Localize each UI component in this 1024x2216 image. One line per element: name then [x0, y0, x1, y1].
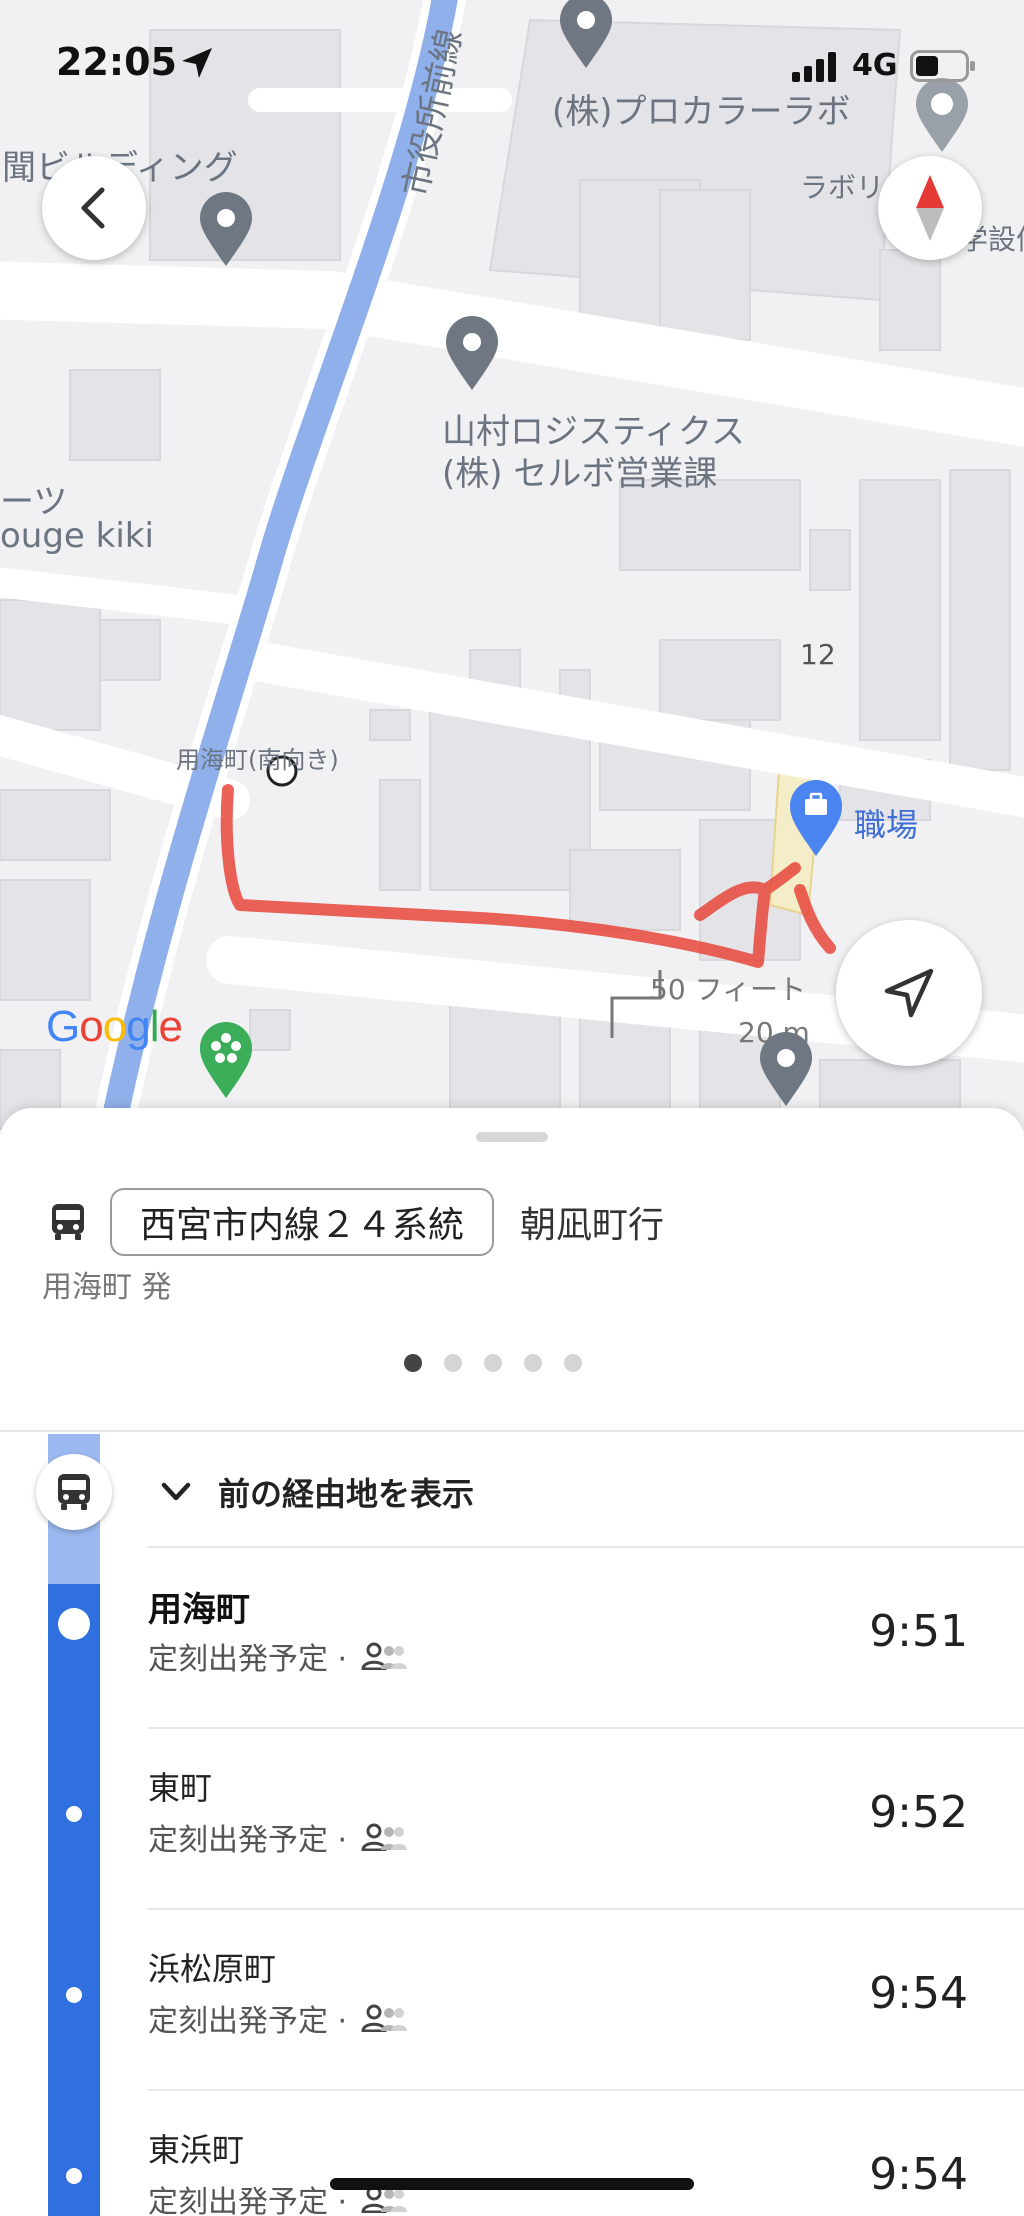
page-dot[interactable]: [484, 1354, 502, 1372]
page-dot[interactable]: [524, 1354, 542, 1372]
stop-status-text: 定刻出発予定 ·: [148, 2004, 348, 2039]
stop-row[interactable]: 用海町 定刻出発予定 · 9:51: [148, 1546, 1024, 1726]
departure-time: 9:54: [869, 2149, 968, 2200]
sheet-grabber[interactable]: [476, 1132, 548, 1142]
page-indicator[interactable]: [0, 1354, 1005, 1372]
show-previous-label: 前の経由地を表示: [218, 1475, 475, 1513]
stop-status: 定刻出発予定 ·: [148, 1815, 408, 1859]
battery-icon: [910, 50, 975, 82]
pin-icon[interactable]: [442, 316, 502, 392]
timeline-upcoming-segment: [48, 1584, 100, 2216]
home-indicator[interactable]: [330, 2178, 694, 2190]
compass-button[interactable]: [878, 156, 982, 260]
line-name-chip[interactable]: 西宮市内線２４系統: [110, 1188, 495, 1256]
departure-time: 9:54: [869, 1968, 968, 2019]
page-dot[interactable]: [564, 1354, 582, 1372]
current-stop-marker: [58, 1608, 90, 1640]
network-type: 4G: [852, 48, 898, 83]
compass-icon: [916, 175, 944, 241]
stop-row[interactable]: 東浜町 定刻出発予定 · 9:54: [148, 2089, 1024, 2216]
chevron-left-icon: [81, 187, 105, 229]
stop-name: 浜松原町: [148, 1950, 277, 1988]
signal-icon: [792, 52, 836, 82]
departure-time: 9:52: [869, 1787, 968, 1838]
poi-label-selbo: (株) セルボ営業課: [442, 454, 718, 494]
transit-detail-sheet[interactable]: 西宮市内線２４系統 朝凪町行 用海町 発 前の経由地を表示 用海町 定刻出発予定…: [0, 1108, 1024, 2216]
park-pin-icon[interactable]: [196, 1020, 256, 1100]
stop-status-text: 定刻出発予定 ·: [148, 1823, 348, 1858]
stop-marker: [66, 1987, 82, 2003]
workplace-pin-icon[interactable]: [786, 778, 846, 858]
google-logo: Google: [46, 1002, 183, 1051]
stop-row[interactable]: 浜松原町 定刻出発予定 · 9:54: [148, 1908, 1024, 2088]
status-time: 22:05: [56, 40, 177, 84]
bus-icon: [52, 1204, 84, 1240]
back-button[interactable]: [42, 156, 146, 260]
stop-row[interactable]: 東町 定刻出発予定 · 9:52: [148, 1727, 1024, 1907]
show-previous-stops-button[interactable]: 前の経由地を表示: [160, 1462, 474, 1522]
navigation-arrow-icon: [884, 968, 934, 1018]
route-header: 西宮市内線２４系統 朝凪町行: [48, 1188, 665, 1256]
poi-label-labori: ラボリ: [800, 171, 885, 204]
scale-meters-label: 20 m: [738, 1016, 810, 1049]
my-location-button[interactable]: [836, 920, 982, 1066]
bus-icon: [58, 1474, 90, 1510]
stop-status-text: 定刻出発予定 ·: [148, 2185, 348, 2216]
stop-name: 東浜町: [148, 2131, 245, 2169]
location-arrow-icon: [182, 48, 212, 78]
crowd-level-icon: [361, 1642, 408, 1670]
origin-label: 用海町 発: [42, 1270, 172, 1305]
crowd-level-icon: [361, 1823, 408, 1851]
bus-stop-label: 用海町(南向き): [176, 746, 339, 774]
stop-status: 定刻出発予定 ·: [148, 1634, 408, 1678]
poi-label-rouge: ouge kiki: [0, 516, 154, 556]
pin-icon[interactable]: [196, 192, 256, 268]
stop-marker: [66, 1806, 82, 1822]
page-dot[interactable]: [404, 1354, 422, 1372]
stop-name: 東町: [148, 1769, 213, 1807]
divider: [0, 1430, 1024, 1432]
stop-name: 用海町: [148, 1590, 250, 1630]
departure-time: 9:51: [869, 1606, 968, 1657]
block-number: 12: [800, 638, 836, 671]
stop-status-text: 定刻出発予定 ·: [148, 1642, 348, 1677]
stop-marker: [66, 2168, 82, 2184]
workplace-label: 職場: [854, 806, 919, 844]
bus-badge: [36, 1454, 112, 1530]
stop-status: 定刻出発予定 ·: [148, 1996, 408, 2040]
crowd-level-icon: [361, 2004, 408, 2032]
map-view[interactable]: 市役所前線 (株)プロカラーラボ 聞ビルディング ラボリ 学設億 山村ロジスティ…: [0, 0, 1024, 1130]
page-dot[interactable]: [444, 1354, 462, 1372]
destination-label: 朝凪町行: [520, 1205, 665, 1246]
status-bar: 22:05 4G: [0, 0, 1024, 130]
chevron-down-icon: [161, 1482, 191, 1501]
